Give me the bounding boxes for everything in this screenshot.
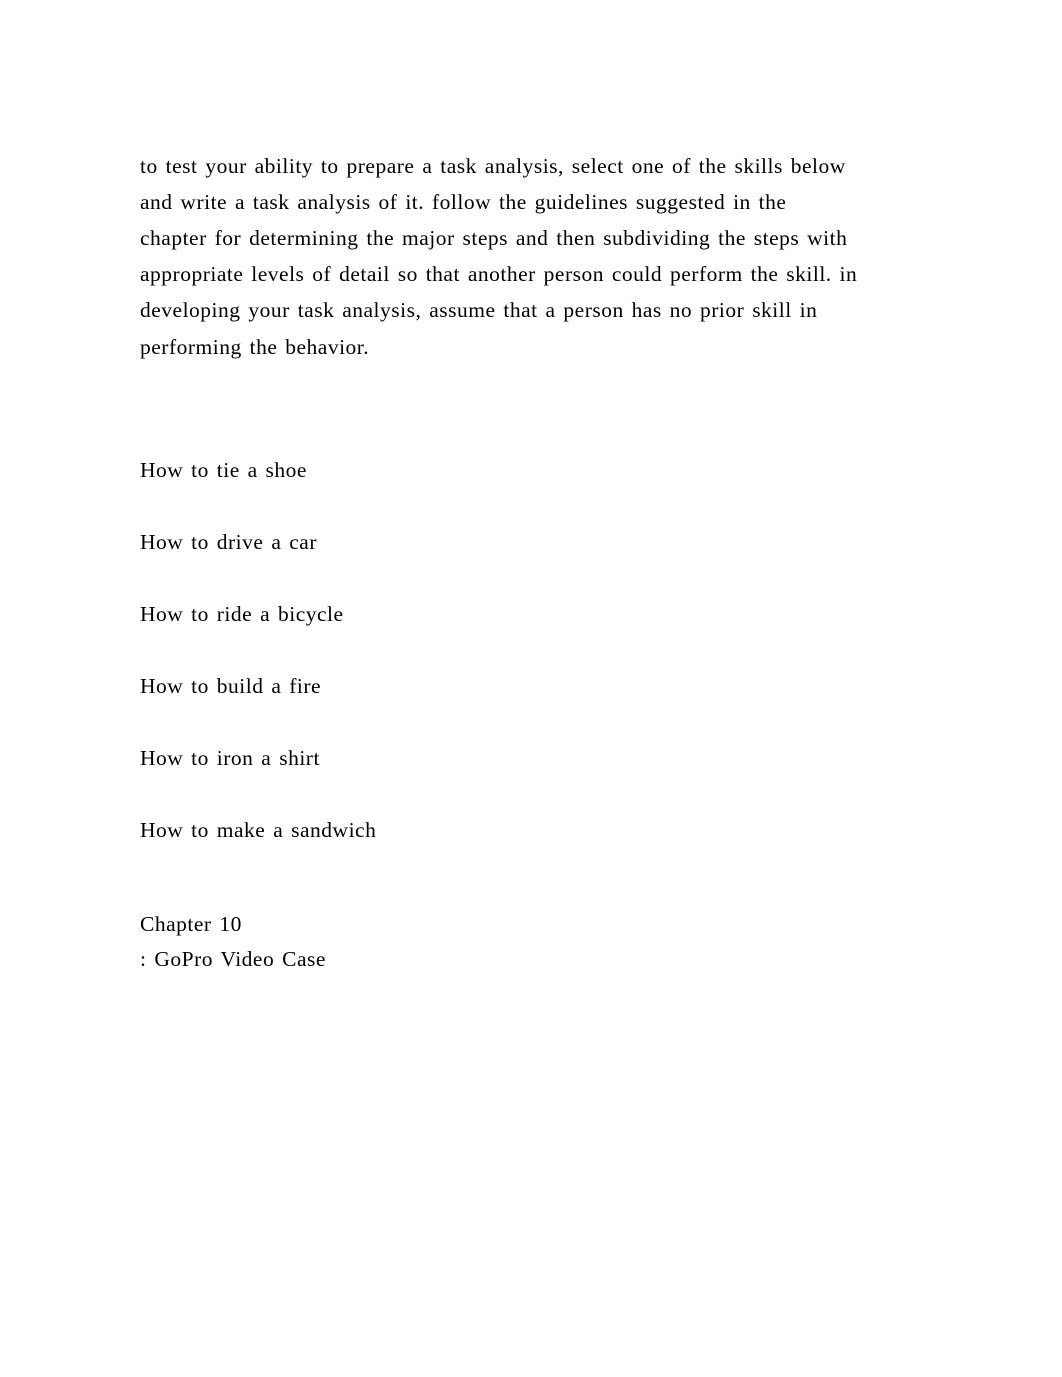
chapter-title: Chapter 10 bbox=[140, 907, 860, 941]
chapter-section: Chapter 10 : GoPro Video Case bbox=[140, 907, 860, 976]
chapter-subtitle: : GoPro Video Case bbox=[140, 942, 860, 976]
skill-list: How to tie a shoe How to drive a car How… bbox=[140, 455, 860, 846]
skill-item: How to tie a shoe bbox=[140, 455, 860, 485]
intro-paragraph: to test your ability to prepare a task a… bbox=[140, 148, 860, 365]
skill-item: How to make a sandwich bbox=[140, 815, 860, 845]
skill-item: How to build a fire bbox=[140, 671, 860, 701]
skill-item: How to drive a car bbox=[140, 527, 860, 557]
page-content: to test your ability to prepare a task a… bbox=[140, 148, 860, 976]
skill-item: How to iron a shirt bbox=[140, 743, 860, 773]
skill-item: How to ride a bicycle bbox=[140, 599, 860, 629]
